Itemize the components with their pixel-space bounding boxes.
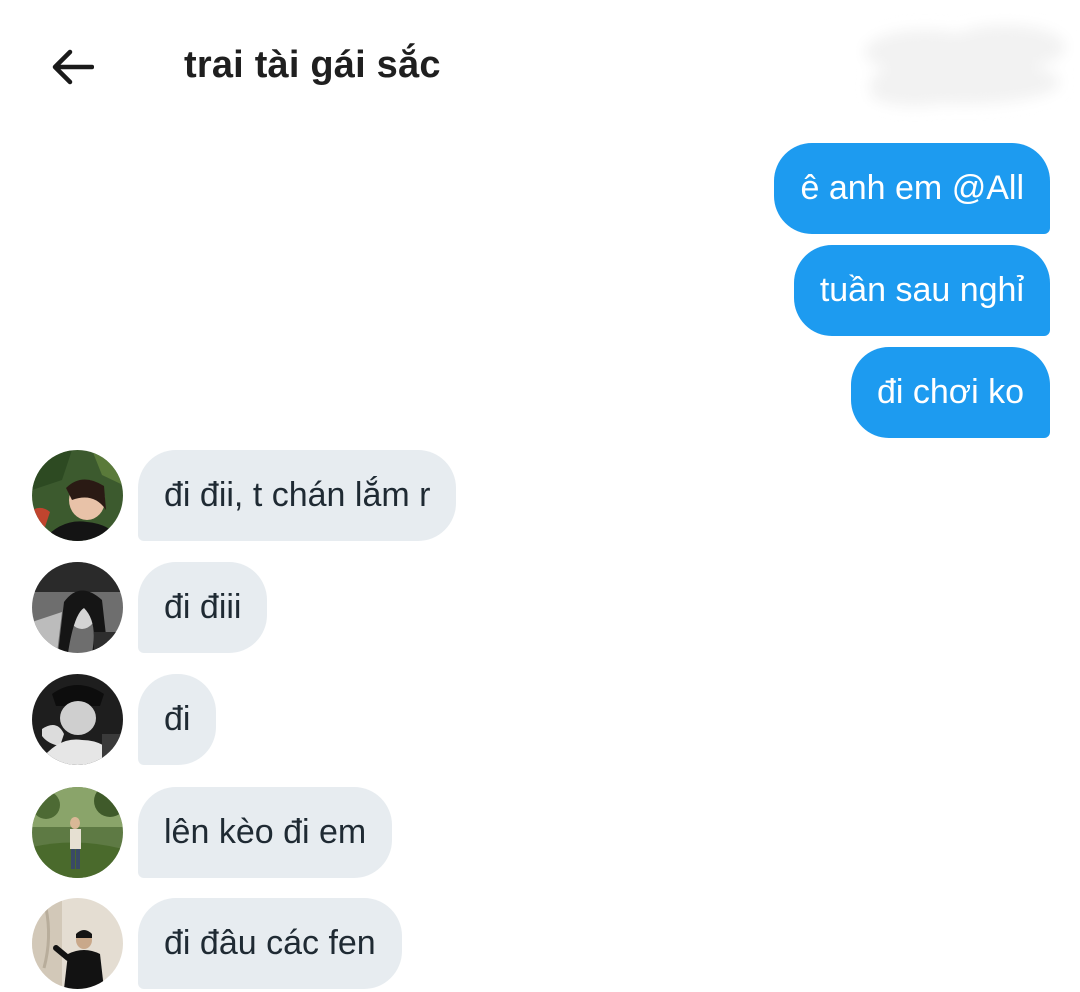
outgoing-message[interactable]: ê anh em @All [774,143,1050,234]
arrow-left-icon [52,49,94,85]
avatar[interactable] [32,898,123,989]
avatar[interactable] [32,450,123,541]
avatar[interactable] [32,674,123,765]
outgoing-message[interactable]: tuần sau nghỉ [793,245,1050,336]
avatar[interactable] [32,787,123,878]
conversation-title[interactable]: trai tài gái sắc [184,44,441,87]
outgoing-message[interactable]: đi chơi ko [850,347,1050,438]
back-button[interactable] [40,38,104,96]
incoming-message[interactable]: đi đii, t chán lắm r [138,450,457,541]
chat-header: trai tài gái sắc [0,0,1080,130]
avatar[interactable] [32,562,123,653]
incoming-message[interactable]: đi [138,674,217,765]
redacted-area [865,25,1065,106]
chat-screen: trai tài gái sắc ê anh em @All tuần sau … [0,0,1080,992]
incoming-message[interactable]: đi đâu các fen [138,898,402,989]
incoming-message[interactable]: lên kèo đi em [138,787,393,878]
incoming-message[interactable]: đi điii [138,562,268,653]
